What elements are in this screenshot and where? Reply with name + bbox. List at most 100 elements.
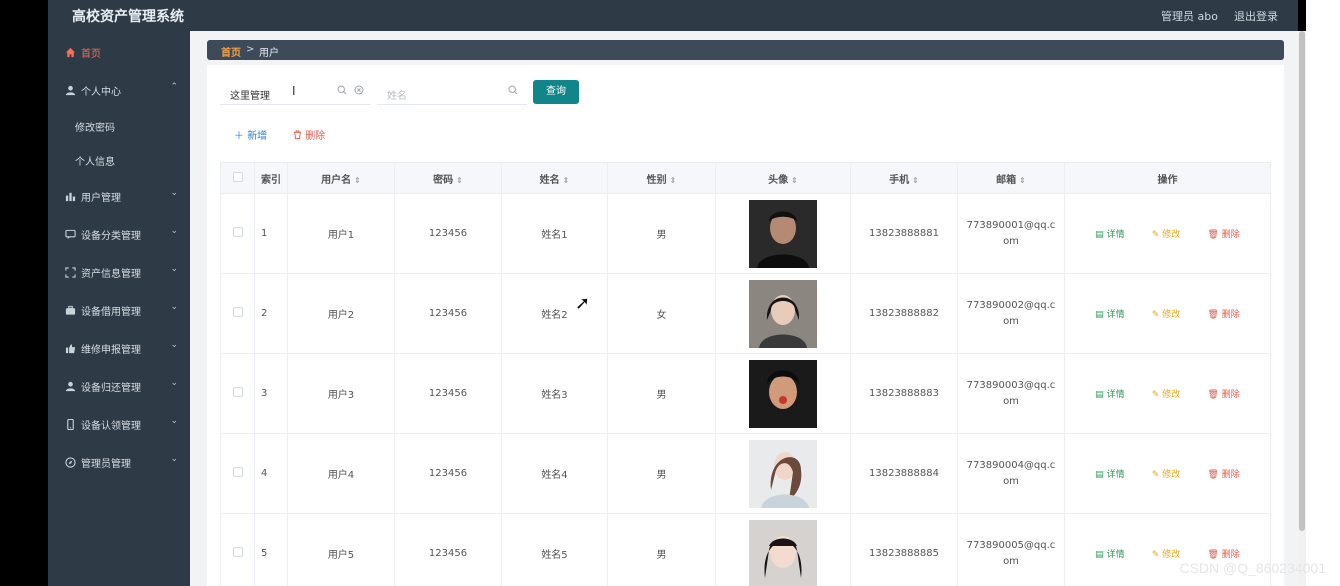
clear-icon[interactable] xyxy=(354,85,364,98)
breadcrumb: 首页 > 用户 xyxy=(207,40,1284,60)
edit-button[interactable]: ✎ 修改 xyxy=(1152,550,1180,560)
select-all-checkbox[interactable] xyxy=(232,171,243,182)
sidebar-item-admin-management[interactable]: 管理员管理 ⌄ xyxy=(48,447,190,477)
avatar-image[interactable] xyxy=(749,439,817,508)
edit-button[interactable]: ✎ 修改 xyxy=(1152,310,1180,320)
delete-button[interactable]: 🗑︎ 删除 xyxy=(1207,550,1239,560)
column-header-label: 密码 xyxy=(433,174,454,186)
trash-icon: 🗑︎ xyxy=(1207,230,1219,240)
column-header-label: 操作 xyxy=(1157,174,1178,186)
cell-email: 773890001@qq.com xyxy=(957,193,1065,274)
column-header-avatar[interactable]: 头像 ⇕ xyxy=(715,162,851,194)
cell-email: 773890004@qq.com xyxy=(957,433,1065,514)
sort-icon[interactable]: ⇕ xyxy=(354,176,361,185)
sidebar-item-borrow-management[interactable]: 设备借用管理 ⌄ xyxy=(48,295,190,325)
row-checkbox[interactable] xyxy=(232,547,243,557)
cell-index: 3 xyxy=(254,353,288,434)
avatar-image[interactable] xyxy=(749,199,817,268)
sort-icon[interactable]: ⇕ xyxy=(912,176,919,185)
column-header-password[interactable]: 密码 ⇕ xyxy=(394,162,502,194)
detail-button[interactable]: ▤ 详情 xyxy=(1095,470,1124,480)
sidebar-subitem-personal-info[interactable]: 个人信息 xyxy=(48,145,190,173)
detail-label: 详情 xyxy=(1106,230,1125,240)
email-text: 773890002@qq.com xyxy=(966,299,1056,327)
avatar-image[interactable] xyxy=(749,519,817,586)
sort-icon[interactable]: ⇕ xyxy=(670,176,677,185)
avatar-image[interactable] xyxy=(749,279,817,348)
batch-delete-button[interactable]: 删除 xyxy=(293,127,325,142)
sort-icon[interactable]: ⇕ xyxy=(563,176,570,185)
edit-button[interactable]: ✎ 修改 xyxy=(1152,390,1180,400)
cell-gender: 男 xyxy=(607,193,716,274)
vertical-scrollbar[interactable] xyxy=(1298,31,1306,586)
sort-icon[interactable]: ⇕ xyxy=(1019,176,1026,185)
sidebar-subitem-change-password[interactable]: 修改密码 xyxy=(48,111,190,139)
cell-password: 123456 xyxy=(394,273,502,354)
cell-actions: ▤ 详情 ✎ 修改 🗑︎ 删除 xyxy=(1064,193,1271,274)
cell-password: 123456 xyxy=(394,433,502,514)
sidebar-item-home[interactable]: 首页 xyxy=(48,37,190,67)
sidebar-item-label: 设备分类管理 xyxy=(81,231,141,242)
plus-icon: ＋ xyxy=(234,131,244,142)
cell-gender: 女 xyxy=(607,273,716,354)
delete-button[interactable]: 🗑︎ 删除 xyxy=(1207,230,1239,240)
breadcrumb-home[interactable]: 首页 xyxy=(221,44,241,59)
detail-button[interactable]: ▤ 详情 xyxy=(1095,310,1124,320)
cell-phone: 13823888883 xyxy=(850,353,958,434)
delete-button[interactable]: 🗑︎ 删除 xyxy=(1207,310,1239,320)
sidebar-subitem-label: 个人信息 xyxy=(75,157,115,168)
avatar-image[interactable] xyxy=(749,359,817,428)
delete-button[interactable]: 🗑︎ 删除 xyxy=(1207,390,1239,400)
search-icon xyxy=(508,85,518,98)
email-text: 773890001@qq.com xyxy=(966,219,1056,247)
edit-button[interactable]: ✎ 修改 xyxy=(1152,230,1180,240)
cell-name: 姓名5 xyxy=(501,513,608,586)
sidebar-item-asset-management[interactable]: 资产信息管理 ⌄ xyxy=(48,257,190,287)
column-header-phone[interactable]: 手机 ⇕ xyxy=(850,162,958,194)
trash-icon: 🗑︎ xyxy=(1207,310,1219,320)
query-button[interactable]: 查询 xyxy=(533,80,579,104)
column-header-username[interactable]: 用户名 ⇕ xyxy=(287,162,395,194)
sidebar-item-category-management[interactable]: 设备分类管理 ⌄ xyxy=(48,219,190,249)
delete-button[interactable]: 🗑︎ 删除 xyxy=(1207,470,1239,480)
row-select-cell xyxy=(220,273,255,354)
chevron-down-icon: ⌄ xyxy=(170,302,178,312)
column-header-label: 性别 xyxy=(646,174,667,186)
sidebar-item-profile[interactable]: 个人中心 ⌃ xyxy=(48,75,190,105)
sidebar-item-claim-management[interactable]: 设备认领管理 ⌄ xyxy=(48,409,190,439)
detail-button[interactable]: ▤ 详情 xyxy=(1095,550,1124,560)
sidebar-item-repair-management[interactable]: 维修申报管理 ⌄ xyxy=(48,333,190,363)
edit-button[interactable]: ✎ 修改 xyxy=(1152,470,1180,480)
trash-icon: 🗑︎ xyxy=(1207,390,1219,400)
cell-name: 姓名4 xyxy=(501,433,608,514)
name-search-input[interactable]: 姓名 xyxy=(377,79,527,105)
row-checkbox[interactable] xyxy=(232,387,243,397)
detail-label: 详情 xyxy=(1106,470,1125,480)
scrollbar-thumb[interactable] xyxy=(1299,31,1305,531)
row-checkbox[interactable] xyxy=(232,307,243,317)
sidebar-item-user-management[interactable]: 用户管理 ⌄ xyxy=(48,181,190,211)
frame-icon xyxy=(64,266,76,278)
sort-icon[interactable]: ⇕ xyxy=(456,176,463,185)
cell-index: 1 xyxy=(254,193,288,274)
row-checkbox[interactable] xyxy=(232,227,243,237)
sidebar-item-label: 维修申报管理 xyxy=(81,345,141,356)
detail-button[interactable]: ▤ 详情 xyxy=(1095,230,1124,240)
chevron-down-icon: ⌄ xyxy=(170,264,178,274)
sort-icon[interactable]: ⇕ xyxy=(791,176,798,185)
detail-button[interactable]: ▤ 详情 xyxy=(1095,390,1124,400)
column-header-label: 头像 xyxy=(768,174,789,186)
pencil-icon: ✎ xyxy=(1151,310,1160,320)
briefcase-icon xyxy=(64,304,76,316)
column-header-email[interactable]: 邮箱 ⇕ xyxy=(957,162,1065,194)
sidebar-item-return-management[interactable]: 设备归还管理 ⌄ xyxy=(48,371,190,401)
username-search-value: 这里管理 xyxy=(230,91,270,102)
username-search-input[interactable]: 这里管理 I xyxy=(220,79,370,105)
logout-link[interactable]: 退出登录 xyxy=(1234,8,1278,24)
user-icon xyxy=(64,84,76,96)
cell-gender: 男 xyxy=(607,513,716,586)
add-button[interactable]: ＋ 新增 xyxy=(234,127,267,142)
column-header-name[interactable]: 姓名 ⇕ xyxy=(501,162,608,194)
row-checkbox[interactable] xyxy=(232,467,243,477)
column-header-gender[interactable]: 性别 ⇕ xyxy=(607,162,716,194)
